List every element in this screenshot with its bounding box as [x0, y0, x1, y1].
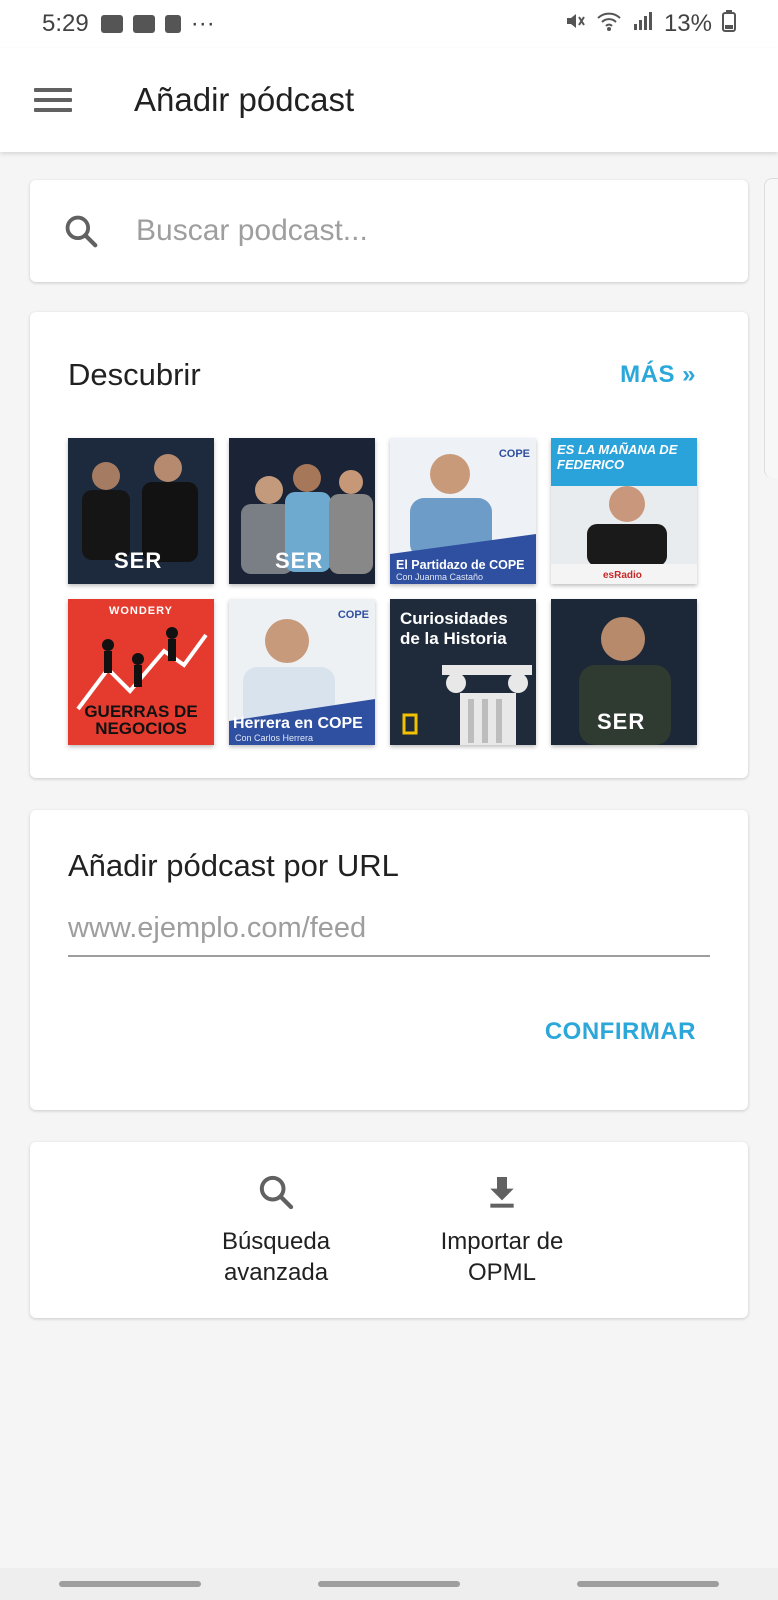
podcast-tile[interactable]: SER — [551, 599, 697, 745]
nav-home[interactable] — [317, 1581, 460, 1587]
cope-logo: COPE — [498, 448, 530, 460]
menu-icon[interactable] — [34, 82, 72, 118]
import-opml-button[interactable]: Importar de OPML — [437, 1172, 567, 1318]
status-bar: 5:29 ··· 13% — [0, 0, 778, 48]
podcast-tile[interactable]: WONDERY GUERRAS DE NEGOCIOS — [68, 599, 214, 745]
battery-icon — [722, 9, 736, 39]
wifi-icon — [596, 10, 622, 39]
app-notification-icon — [100, 15, 123, 33]
page-title: Añadir pódcast — [134, 81, 355, 118]
more-button[interactable]: MÁS » — [620, 361, 696, 389]
import-opml-label: Importar de OPML — [440, 1228, 564, 1286]
battery-percent: 13% — [663, 10, 712, 37]
advanced-search-label: Búsqueda avanzada — [221, 1228, 331, 1286]
signal-icon — [632, 10, 654, 39]
discover-card: Descubrir MÁS » SER SER COPE El Partidaz… — [30, 312, 748, 778]
search-input[interactable]: Buscar podcast... — [136, 214, 368, 248]
add-by-url-card: Añadir pódcast por URL www.ejemplo.com/f… — [30, 810, 748, 1110]
app-notification-icon — [164, 15, 181, 33]
more-notifications-icon: ··· — [190, 10, 215, 37]
cope-logo: COPE — [337, 609, 369, 621]
podcast-tile[interactable]: COPE El Partidazo de COPE Con Juanma Cas… — [390, 438, 536, 584]
confirm-button[interactable]: CONFIRMAR — [545, 1018, 696, 1046]
search-bar[interactable]: Buscar podcast... — [30, 180, 748, 282]
discover-heading: Descubrir — [68, 357, 201, 392]
podcast-grid: SER SER COPE El Partidazo de COPE Con Ju… — [30, 438, 748, 745]
app-bar: Añadir pódcast — [0, 48, 778, 152]
notification-icons: ··· — [100, 10, 215, 38]
advanced-search-button[interactable]: Búsqueda avanzada — [211, 1172, 341, 1318]
actions-card: Búsqueda avanzada Importar de OPML — [30, 1142, 748, 1318]
podcast-tile[interactable]: Curiosidades de la Historia — [390, 599, 536, 745]
podcast-tile[interactable]: COPE Herrera en COPE Con Carlos Herrera — [229, 599, 375, 745]
nav-recents[interactable] — [58, 1581, 201, 1587]
url-heading: Añadir pódcast por URL — [68, 848, 399, 883]
podcast-tile[interactable]: SER — [229, 438, 375, 584]
url-input[interactable]: www.ejemplo.com/feed — [68, 912, 710, 957]
mute-icon — [564, 10, 586, 39]
search-icon — [65, 215, 98, 248]
podcast-tile[interactable]: SER — [68, 438, 214, 584]
scroll-edge — [764, 178, 778, 478]
podcast-tile[interactable]: ES LA MAÑANA DE FEDERICO esRadio — [551, 438, 697, 584]
system-nav-bar — [0, 1568, 778, 1600]
download-icon — [490, 1177, 514, 1208]
nav-back[interactable] — [577, 1581, 720, 1587]
search-icon — [259, 1175, 294, 1210]
status-time: 5:29 — [42, 10, 89, 37]
mail-icon — [132, 15, 155, 33]
